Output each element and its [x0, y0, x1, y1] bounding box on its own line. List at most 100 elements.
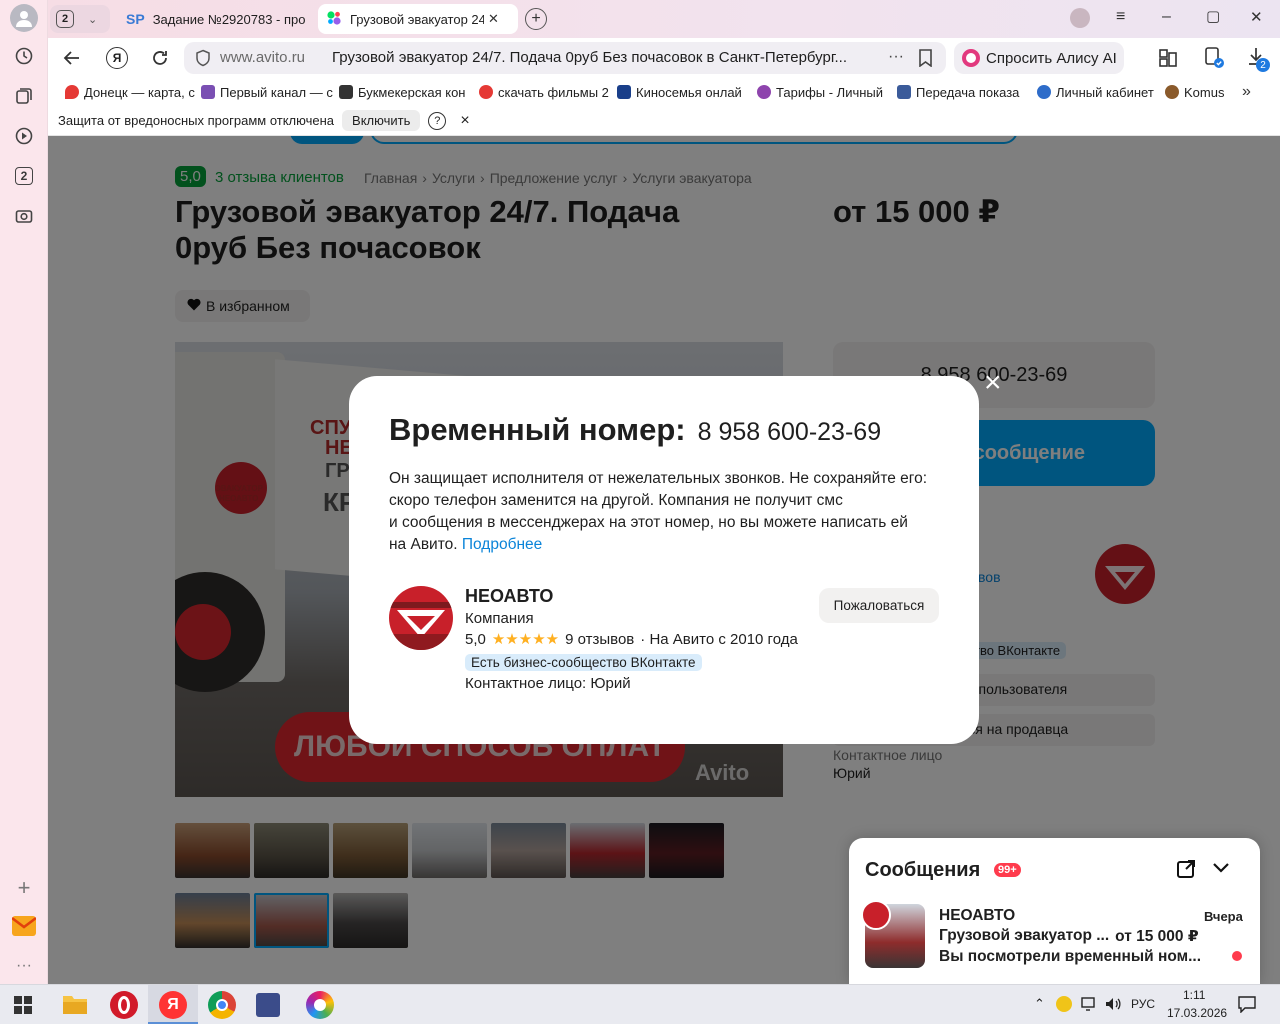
bookmarks-bar: Донецк — карта, с Первый канал — с Букме… — [48, 78, 1280, 106]
bookmaker-icon — [339, 85, 353, 99]
tab-group[interactable]: 2 ⌄ — [50, 5, 110, 33]
tv-icon — [201, 85, 215, 99]
seller-rating-row: 5,0 ★★★★★ 9 отзывов · На Авито с 2010 го… — [465, 630, 798, 649]
profile-avatar-icon[interactable] — [10, 4, 38, 32]
avito-favicon-icon — [326, 10, 342, 29]
star-icon: ★★★★★ — [491, 631, 560, 648]
complain-button[interactable]: Пожаловаться — [819, 588, 939, 623]
messages-title: Сообщения — [865, 859, 981, 881]
bookmark-item[interactable]: Передача показа — [892, 85, 1032, 100]
clock-time[interactable]: 1:11 — [1183, 988, 1205, 1002]
enable-protection-button[interactable]: Включить — [342, 110, 421, 131]
yandex-icon — [479, 85, 493, 99]
yandex-browser-icon: Я — [159, 991, 187, 1019]
alice-button[interactable]: Спросить Алису AI — [954, 42, 1124, 74]
dialog-title: Временный номер: — [389, 412, 686, 447]
clock-date[interactable]: 17.03.2026 — [1167, 1006, 1227, 1020]
mail-icon[interactable] — [10, 912, 38, 940]
conversation-preview: Вы посмотрели временный ном... — [939, 948, 1201, 965]
minimize-button[interactable]: – — [1162, 8, 1171, 26]
chevron-down-icon[interactable] — [1211, 861, 1231, 880]
bookmark-icon[interactable] — [918, 49, 933, 72]
contact-person: Контактное лицо: Юрий — [465, 675, 631, 692]
screenshot-icon[interactable] — [10, 202, 38, 230]
tab-avito[interactable]: Грузовой эвакуатор 24/7. ✕ — [318, 4, 518, 34]
address-field[interactable]: www.avito.ru Грузовой эвакуатор 24/7. По… — [184, 42, 946, 74]
counter-icon[interactable]: 2 — [10, 162, 38, 190]
bookmark-item[interactable]: Киносемья онлай — [612, 85, 752, 100]
open-external-icon[interactable] — [1176, 859, 1196, 884]
bookmark-item[interactable]: Komus — [1160, 85, 1228, 100]
account-icon[interactable] — [1070, 8, 1090, 28]
network-icon[interactable] — [1080, 995, 1098, 1018]
volume-icon[interactable] — [1104, 995, 1122, 1018]
downloads-badge: 2 — [1256, 58, 1270, 72]
extensions-icon[interactable] — [1158, 48, 1178, 73]
seller-name[interactable]: НЕОАВТО — [465, 586, 798, 607]
translate-icon[interactable] — [1203, 47, 1225, 74]
opera-icon[interactable] — [110, 991, 138, 1019]
chrome-icon[interactable] — [208, 991, 236, 1019]
unread-dot — [1232, 951, 1242, 961]
vk-community-badge: Есть бизнес-сообщество ВКонтакте — [465, 654, 702, 671]
bookmark-item[interactable]: скачать фильмы 2 — [474, 85, 612, 100]
seller-reviews-link[interactable]: 9 отзывов — [565, 631, 634, 648]
tray-chevron-icon[interactable]: ⌃ — [1034, 996, 1045, 1012]
player-icon[interactable] — [10, 122, 38, 150]
history-icon[interactable] — [10, 42, 38, 70]
chart-icon — [757, 85, 771, 99]
language-indicator[interactable]: РУС — [1131, 997, 1155, 1011]
conversation-item[interactable]: Грузовой эвакуатор ... от 15 000 ₽ — [939, 927, 1199, 946]
seller-since: · На Авито с 2010 года — [640, 630, 798, 648]
collections-icon[interactable] — [10, 82, 38, 110]
browser-sidebar: 2 + ··· — [0, 0, 48, 984]
help-icon[interactable]: ? — [428, 111, 447, 130]
yandex-browser-taskbar-button[interactable]: Я — [148, 985, 198, 1024]
conversation-date: Вчера — [1204, 909, 1243, 924]
menu-icon[interactable]: ≡ — [1116, 8, 1125, 26]
back-arrow-icon[interactable] — [62, 48, 82, 73]
restore-button[interactable]: ▢ — [1206, 7, 1220, 25]
seller-mini-avatar — [861, 900, 891, 930]
monitor-icon — [617, 85, 631, 99]
drop-icon — [1037, 85, 1051, 99]
bookmarks-overflow-icon[interactable]: » — [1242, 83, 1251, 101]
close-dialog-icon[interactable]: × — [984, 368, 1002, 398]
downloads-icon[interactable]: 2 — [1246, 46, 1270, 73]
site-info-icon[interactable] — [194, 49, 212, 72]
close-infobar-icon[interactable]: × — [460, 112, 469, 130]
tab-strip: 2 ⌄ SP Задание №2920783 - про Грузовой э… — [48, 0, 1280, 38]
temporary-phone: 8 958 600-23-69 — [697, 418, 882, 446]
more-link[interactable]: Подробнее — [462, 536, 542, 553]
notifications-icon[interactable] — [1238, 995, 1256, 1018]
more-icon[interactable]: ··· — [10, 952, 38, 980]
conversation-seller[interactable]: НЕОАВТО — [939, 907, 1015, 925]
more-icon[interactable]: ··· — [888, 48, 904, 66]
yandex-icon[interactable]: Я — [106, 47, 128, 69]
bookmark-item[interactable]: Первый канал — с — [196, 85, 334, 100]
reload-icon[interactable] — [150, 48, 170, 73]
chevron-down-icon[interactable]: ⌄ — [88, 13, 97, 26]
url-domain: www.avito.ru — [220, 49, 306, 66]
bookmark-item[interactable]: Букмекерская кон — [334, 85, 474, 100]
close-window-button[interactable]: ✕ — [1250, 8, 1263, 26]
tab-title: Грузовой эвакуатор 24/7. — [350, 11, 484, 27]
bookmark-item[interactable]: Донецк — карта, с — [60, 85, 196, 100]
sp-favicon-icon: SP — [126, 11, 145, 27]
seller-logo-icon[interactable] — [389, 586, 453, 650]
windows-start-icon[interactable] — [14, 996, 32, 1019]
add-panel-icon[interactable]: + — [10, 874, 38, 902]
color-app-icon[interactable] — [306, 991, 334, 1019]
file-explorer-icon[interactable] — [62, 993, 88, 1020]
seller-info: НЕОАВТО Компания 5,0 ★★★★★ 9 отзывов · Н… — [465, 586, 798, 692]
seller-type: Компания — [465, 610, 534, 627]
new-tab-button[interactable]: + — [525, 8, 547, 30]
tab-close-icon[interactable]: ✕ — [488, 11, 499, 27]
dialog-text: Он защищает исполнителя от нежелательных… — [389, 470, 928, 553]
bookmark-item[interactable]: Личный кабинет — [1032, 85, 1160, 100]
app-icon[interactable] — [256, 993, 280, 1017]
tab-title: Задание №2920783 - про — [152, 11, 306, 27]
tray-app-icon[interactable] — [1056, 996, 1072, 1012]
tab-task[interactable]: SP Задание №2920783 - про — [118, 4, 314, 34]
bookmark-item[interactable]: Тарифы - Личный — [752, 85, 892, 100]
